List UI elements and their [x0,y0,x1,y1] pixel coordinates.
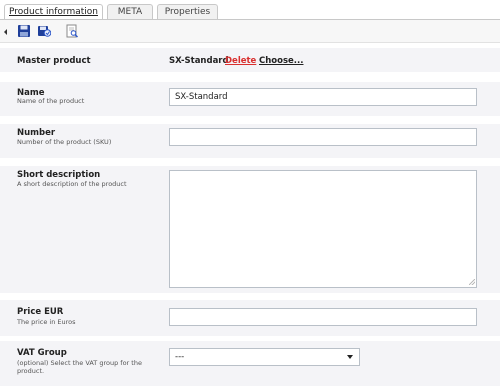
name-description: Name of the product [17,97,85,105]
price-label: Price EUR [17,307,64,317]
master-product-label: Master product [17,56,91,66]
number-description: Number of the product (SKU) [17,138,112,146]
short-description-textarea[interactable] [169,170,477,288]
tab-meta[interactable]: META [107,4,153,19]
toolbar-collapse-arrow-icon[interactable] [4,29,7,35]
chevron-down-icon [347,355,353,359]
short-description-description: A short description of the product [17,180,127,188]
master-product-value: SX-Standard [169,56,229,66]
tab-bar: Product information META Properties [0,0,500,20]
number-input[interactable] [169,128,477,146]
price-row: Price EUR The price in Euros [0,300,500,336]
vat-group-select[interactable]: --- [169,348,360,366]
vat-group-description-line1: (optional) Select the VAT group for the [17,359,142,367]
name-input[interactable]: SX-Standard [169,88,477,106]
save-and-close-icon[interactable] [37,24,51,38]
vat-group-label: VAT Group [17,348,67,358]
tab-product-information[interactable]: Product information [4,4,103,20]
vat-group-description-line2: product. [17,367,45,375]
delete-master-link[interactable]: Delete [225,56,256,66]
name-row: Name Name of the product SX-Standard [0,82,500,116]
price-input[interactable] [169,308,477,326]
preview-icon[interactable] [65,24,79,38]
short-description-row: Short description A short description of… [0,166,500,293]
choose-master-link[interactable]: Choose... [259,56,303,66]
textarea-resize-grip-icon[interactable] [469,279,475,285]
save-icon[interactable] [17,24,31,38]
tab-properties[interactable]: Properties [157,4,218,19]
price-description: The price in Euros [17,318,76,326]
toolbar [0,20,500,43]
number-row: Number Number of the product (SKU) [0,124,500,158]
master-product-row: Master product SX-Standard Delete Choose… [0,48,500,72]
short-description-label: Short description [17,170,101,180]
number-label: Number [17,128,56,138]
vat-group-selected-value: --- [175,352,185,362]
